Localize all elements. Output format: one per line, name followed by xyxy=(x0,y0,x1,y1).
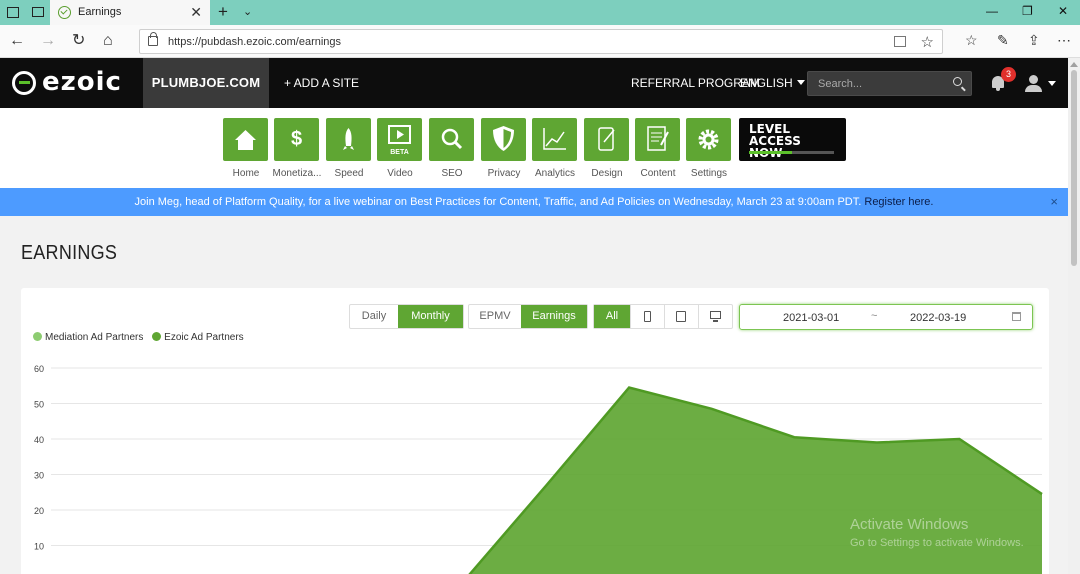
level-access-now-button[interactable]: LEVEL ACCESS NOW xyxy=(739,118,846,161)
home-icon[interactable]: ⌂ xyxy=(103,33,113,49)
page-title: EARNINGS xyxy=(21,242,118,264)
refresh-icon[interactable]: ↻ xyxy=(72,33,85,49)
house-icon xyxy=(235,130,256,150)
search-placeholder: Search... xyxy=(818,78,863,90)
site-selector[interactable]: PLUMBJOE.COM xyxy=(143,58,269,108)
scroll-up-icon[interactable] xyxy=(1070,62,1078,67)
search-input[interactable]: Search... xyxy=(807,71,972,96)
watermark-line2: Go to Settings to activate Windows. xyxy=(850,537,1024,549)
nav-monetization-label: Monetiza... xyxy=(272,168,322,179)
more-menu-icon[interactable]: ⋯ xyxy=(1057,32,1071,49)
url-text: https://pubdash.ezoic.com/earnings xyxy=(168,36,342,48)
nav-design[interactable]: Design xyxy=(584,118,630,179)
nav-video-label: Video xyxy=(387,168,413,179)
nav-video[interactable]: BETA Video xyxy=(377,118,423,179)
y-tick-label: 10 xyxy=(34,542,44,552)
nav-speed-label: Speed xyxy=(334,168,364,179)
magnifier-icon xyxy=(441,128,463,150)
nav-speed[interactable]: Speed xyxy=(326,118,372,179)
nav-home-label: Home xyxy=(232,168,260,179)
nav-settings[interactable]: Settings xyxy=(686,118,732,179)
search-icon[interactable] xyxy=(953,77,962,86)
nav-monetization[interactable]: $ Monetiza... xyxy=(273,118,321,179)
browser-tab-bar: Earnings ✕ + ⌄ — ❐ ✕ xyxy=(0,0,1080,25)
logo-text: ezoic xyxy=(42,67,122,97)
video-beta-badge: BETA xyxy=(390,149,409,156)
nav-settings-label: Settings xyxy=(690,168,728,179)
scrollbar-thumb[interactable] xyxy=(1071,70,1077,266)
tab-actions-icon[interactable] xyxy=(7,7,19,18)
tab-title: Earnings xyxy=(78,6,122,18)
y-tick-label: 40 xyxy=(34,435,44,445)
y-tick-label: 50 xyxy=(34,400,44,410)
windows-activation-watermark: Activate Windows Go to Settings to activ… xyxy=(850,516,1024,549)
favorites-list-icon[interactable]: ☆ xyxy=(965,32,978,49)
y-tick-label: 20 xyxy=(34,506,44,516)
tool-nav: Home $ Monetiza... Speed BETA Video SEO … xyxy=(0,108,1068,188)
forward-icon[interactable]: → xyxy=(40,33,56,49)
level-progress-bar xyxy=(749,151,834,154)
nav-analytics-label: Analytics xyxy=(534,168,575,179)
line-chart-icon xyxy=(543,128,566,150)
register-link[interactable]: Register here. xyxy=(864,196,933,208)
pen-notes-icon[interactable]: ✎ xyxy=(997,32,1009,49)
user-caret-down-icon[interactable] xyxy=(1048,81,1056,86)
nav-content[interactable]: Content xyxy=(635,118,681,179)
restore-icon[interactable]: ❐ xyxy=(1022,4,1033,18)
new-tab-icon[interactable]: + xyxy=(218,2,228,22)
url-field[interactable]: https://pubdash.ezoic.com/earnings ☆ xyxy=(139,29,943,54)
ezoic-favicon-icon xyxy=(58,6,71,19)
dollar-icon: $ xyxy=(290,128,303,150)
nav-analytics[interactable]: Analytics xyxy=(532,118,578,179)
document-icon xyxy=(647,126,669,151)
ezoic-logo-mark-icon xyxy=(12,71,36,95)
tab-earnings[interactable]: Earnings ✕ xyxy=(50,0,210,25)
reading-view-icon[interactable] xyxy=(894,36,906,47)
nav-design-label: Design xyxy=(591,168,623,179)
caret-down-icon xyxy=(796,80,805,85)
tab-list-chevron-icon[interactable]: ⌄ xyxy=(243,5,252,18)
gear-icon xyxy=(698,129,719,150)
language-dropdown[interactable]: ENGLISH xyxy=(740,76,805,90)
nav-seo[interactable]: SEO xyxy=(429,118,475,179)
y-tick-label: 30 xyxy=(34,471,44,481)
favorite-star-icon[interactable]: ☆ xyxy=(921,33,934,51)
banner-close-icon[interactable]: × xyxy=(1050,188,1058,216)
nav-home[interactable]: Home xyxy=(223,118,269,179)
nav-content-label: Content xyxy=(640,168,676,179)
tab-close-icon[interactable]: ✕ xyxy=(190,4,202,21)
user-avatar-icon[interactable] xyxy=(1025,75,1042,92)
notification-badge[interactable]: 3 xyxy=(1001,67,1016,82)
webinar-banner: Join Meg, head of Platform Quality, for … xyxy=(0,188,1068,216)
browser-address-bar: ← → ↻ ⌂ https://pubdash.ezoic.com/earnin… xyxy=(0,25,1080,58)
video-icon: BETA xyxy=(388,125,411,156)
minimize-icon[interactable]: — xyxy=(986,4,998,18)
nav-privacy-label: Privacy xyxy=(487,168,521,179)
nav-seo-label: SEO xyxy=(441,168,463,179)
add-site-link[interactable]: + ADD A SITE xyxy=(284,76,359,90)
design-icon xyxy=(598,127,615,151)
window-close-icon[interactable]: ✕ xyxy=(1058,4,1068,18)
shield-icon xyxy=(493,126,514,151)
y-tick-label: 60 xyxy=(34,364,44,374)
ezoic-header: ezoic PLUMBJOE.COM + ADD A SITE REFERRAL… xyxy=(0,58,1068,108)
page-scrollbar[interactable] xyxy=(1068,58,1080,574)
watermark-line1: Activate Windows xyxy=(850,516,969,533)
banner-text: Join Meg, head of Platform Quality, for … xyxy=(134,196,862,208)
set-aside-tabs-icon[interactable] xyxy=(32,7,44,17)
language-label: ENGLISH xyxy=(740,76,793,90)
lock-icon xyxy=(148,32,158,46)
back-icon[interactable]: ← xyxy=(9,33,25,49)
level-progress-fill xyxy=(749,151,792,154)
nav-privacy[interactable]: Privacy xyxy=(481,118,527,179)
share-icon[interactable]: ⇪ xyxy=(1028,32,1040,49)
rocket-icon xyxy=(343,128,354,150)
